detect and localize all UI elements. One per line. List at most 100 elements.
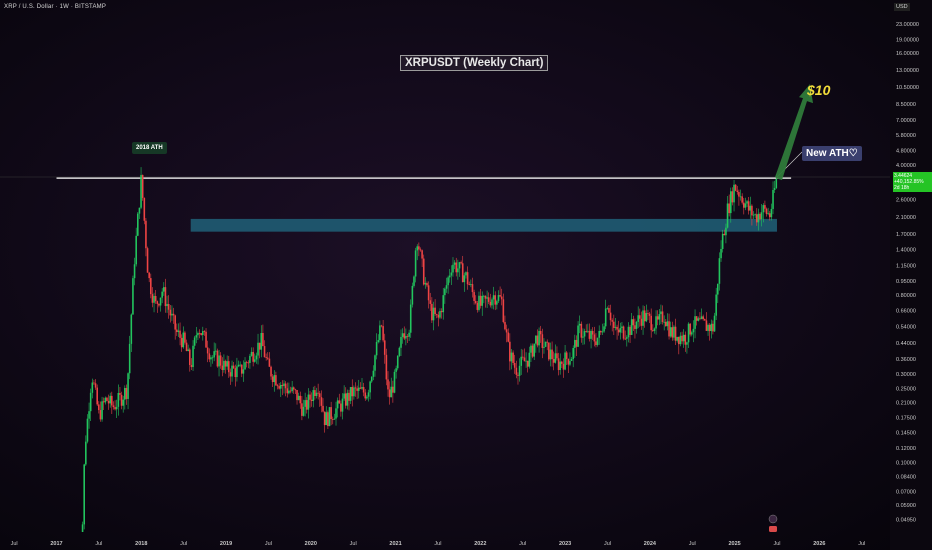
candle-body <box>403 333 406 339</box>
candle-body <box>276 385 279 387</box>
candle-body <box>526 360 529 367</box>
candle-body <box>374 355 376 371</box>
candle-body <box>288 390 290 394</box>
x-tick-label: 2022 <box>474 541 486 547</box>
price-axis-bg <box>890 0 932 550</box>
y-tick-label: 8.50000 <box>896 102 916 108</box>
candle-body <box>195 335 198 338</box>
candle-body <box>140 174 142 208</box>
candle-body <box>673 326 675 338</box>
y-tick-label: 5.80000 <box>896 133 916 139</box>
candle-body <box>723 233 726 236</box>
x-tick-label: Jul <box>858 541 865 547</box>
y-tick-label: 0.12000 <box>896 446 916 452</box>
symbol-header[interactable]: XRP / U.S. Dollar · 1W · BITSTAMP <box>4 4 106 10</box>
candle-body <box>544 341 547 347</box>
candle-body <box>478 295 480 310</box>
candle-body <box>676 336 678 341</box>
candle-body <box>88 411 90 419</box>
candle-body <box>726 203 729 228</box>
candle-body <box>630 319 633 335</box>
currency-label[interactable]: USD <box>894 3 910 11</box>
candle-body <box>122 399 124 406</box>
candle-body <box>538 330 540 346</box>
candle-body <box>557 358 560 371</box>
candle-body <box>720 249 722 259</box>
candle-body <box>687 323 690 343</box>
candle-body <box>258 342 261 350</box>
candle-body <box>695 316 698 321</box>
candle-body <box>431 303 433 321</box>
y-tick-label: 0.14500 <box>896 431 916 437</box>
candle-body <box>187 349 189 352</box>
price-chart[interactable]: 23.00000 19.00000 16.00000 13.00000 10.50000… <box>0 0 932 550</box>
candle-body <box>252 351 254 362</box>
candle-body <box>466 272 469 285</box>
candle-body <box>343 393 345 399</box>
candle-body <box>268 358 271 367</box>
candle-body <box>530 345 532 353</box>
candle-body <box>548 342 550 360</box>
candle-body <box>665 321 667 327</box>
candle-body <box>598 330 600 338</box>
candle-body <box>637 315 639 322</box>
candle-body <box>380 325 383 327</box>
candle-body <box>245 362 248 364</box>
candle-body <box>146 248 149 273</box>
candle-body <box>554 353 557 363</box>
time-axis[interactable]: Jul 2017 Jul 2018 Jul 2019 Jul 2020 Jul 2021 Jul 20… <box>11 541 866 547</box>
candle-body <box>424 283 427 285</box>
candle-body <box>310 399 313 402</box>
y-tick-label: 0.08400 <box>896 475 916 481</box>
candle-body <box>260 333 263 350</box>
candle-body <box>348 392 350 401</box>
candle-body <box>621 326 623 328</box>
candle-body <box>531 345 534 357</box>
x-tick-label: 2019 <box>220 541 232 547</box>
candle-body <box>575 339 578 347</box>
candle-body <box>619 327 622 333</box>
candle-body <box>655 316 657 329</box>
candle-body <box>669 327 672 337</box>
candle-body <box>582 336 584 338</box>
candle-body <box>93 382 95 384</box>
candle-body <box>133 264 136 279</box>
candle-body <box>341 398 344 412</box>
candle-body <box>764 205 766 209</box>
candle-body <box>697 318 700 321</box>
candle-body <box>409 304 412 333</box>
candle-body <box>265 357 267 358</box>
candle-body <box>124 387 126 400</box>
candle-body <box>330 407 332 420</box>
y-tick-label: 2.60000 <box>896 198 916 204</box>
candle-body <box>247 362 250 364</box>
candle-body <box>340 403 342 412</box>
candle-body <box>354 387 357 389</box>
candle-body <box>755 214 758 223</box>
candle-body <box>678 336 680 345</box>
candle-body <box>398 347 401 356</box>
candle-body <box>188 349 191 366</box>
candle-body <box>151 294 154 303</box>
candle-body <box>609 312 612 321</box>
candle-body <box>421 250 423 259</box>
candle-body <box>580 323 583 338</box>
candle-body <box>541 334 544 348</box>
y-tick-label: 0.44000 <box>896 341 916 347</box>
candle-body <box>148 272 150 279</box>
candle-body <box>572 347 575 359</box>
candle-body <box>101 401 103 420</box>
candle-body <box>455 262 458 273</box>
candle-body <box>296 390 298 401</box>
candle-body <box>175 329 178 333</box>
candle-body <box>604 308 607 327</box>
price-axis[interactable]: 23.00000 19.00000 16.00000 13.00000 10.50000… <box>890 0 932 550</box>
candle-body <box>733 184 735 203</box>
candle-body <box>505 329 508 333</box>
candle-body <box>473 292 475 301</box>
candle-body <box>721 233 724 250</box>
candle-body <box>546 341 549 343</box>
projection-arrow <box>775 84 813 181</box>
candle-body <box>749 205 752 211</box>
candle-body <box>465 272 467 276</box>
